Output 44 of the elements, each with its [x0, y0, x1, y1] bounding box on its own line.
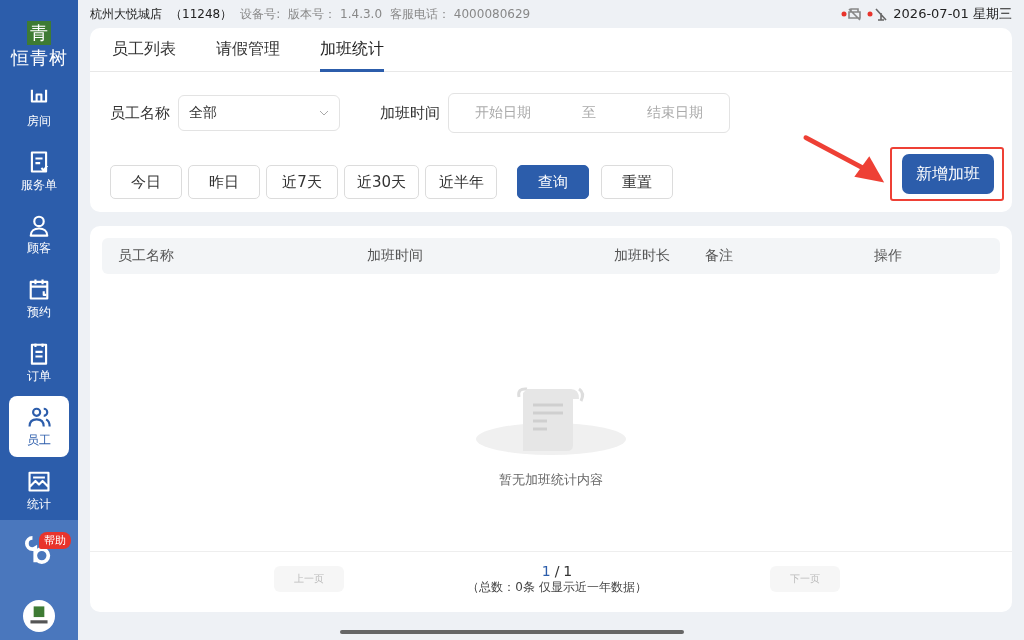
tab[interactable]: 员工列表 [112, 28, 176, 72]
version-text: 版本号： 1.4.3.0 [288, 5, 383, 23]
brand-logo-icon[interactable] [23, 600, 55, 633]
range-button[interactable]: 近半年 [425, 165, 498, 199]
time-label: 加班时间 [380, 103, 440, 123]
current-page: 1 [541, 562, 551, 579]
column-header: 备注 [705, 247, 733, 265]
nav-item[interactable]: 统计 [9, 459, 69, 521]
nav-item[interactable]: 订单 [9, 332, 69, 393]
employee-label: 员工名称 [110, 103, 170, 123]
column-header: 操作 [874, 247, 902, 265]
add-overtime-button[interactable]: 新增加班 [902, 154, 994, 194]
signal-offline-icon [867, 7, 890, 21]
column-header: 员工名称 [118, 247, 174, 265]
column-header: 加班时长 [614, 247, 670, 265]
range-button[interactable]: 近7天 [266, 165, 338, 199]
range-button[interactable]: 昨日 [188, 165, 260, 199]
empty-message: 暂无加班统计内容 [499, 470, 603, 489]
date-time: 2026-07-01 星期三 [893, 5, 1012, 23]
reset-button[interactable]: 重置 [601, 165, 674, 199]
help-badge[interactable]: 帮助 [39, 532, 71, 550]
range-button[interactable]: 近30天 [344, 165, 420, 199]
nav-item[interactable]: 顾客 [9, 204, 69, 266]
page-total: 1 [563, 562, 573, 579]
nav-item[interactable]: 员工 [9, 395, 69, 457]
nav-item[interactable]: 预约 [9, 268, 69, 330]
chevron-down-icon [319, 110, 329, 116]
logo-mark: 青 [27, 21, 51, 45]
nav-item[interactable]: 房间 [9, 76, 69, 138]
employee-select[interactable]: 全部 [178, 95, 340, 131]
printer-offline-icon [841, 7, 864, 21]
range-button[interactable]: 今日 [110, 165, 182, 199]
query-button[interactable]: 查询 [517, 165, 590, 199]
page-separator: / [554, 562, 560, 579]
store-code: （11248） [170, 5, 233, 23]
nav-item[interactable]: 服务单 [9, 140, 69, 202]
store-name: 杭州大悦城店 [90, 5, 162, 23]
tab[interactable]: 加班统计 [320, 28, 384, 72]
tab[interactable]: 请假管理 [216, 28, 280, 72]
brand-name: 恒青树 [10, 46, 68, 70]
total-summary: （总数：0条 仅显示近一年数据） [467, 578, 647, 596]
column-header: 加班时间 [367, 247, 423, 265]
service-phone: 客服电话： 4000080629 [390, 5, 531, 23]
device-label: 设备号: [240, 5, 281, 23]
